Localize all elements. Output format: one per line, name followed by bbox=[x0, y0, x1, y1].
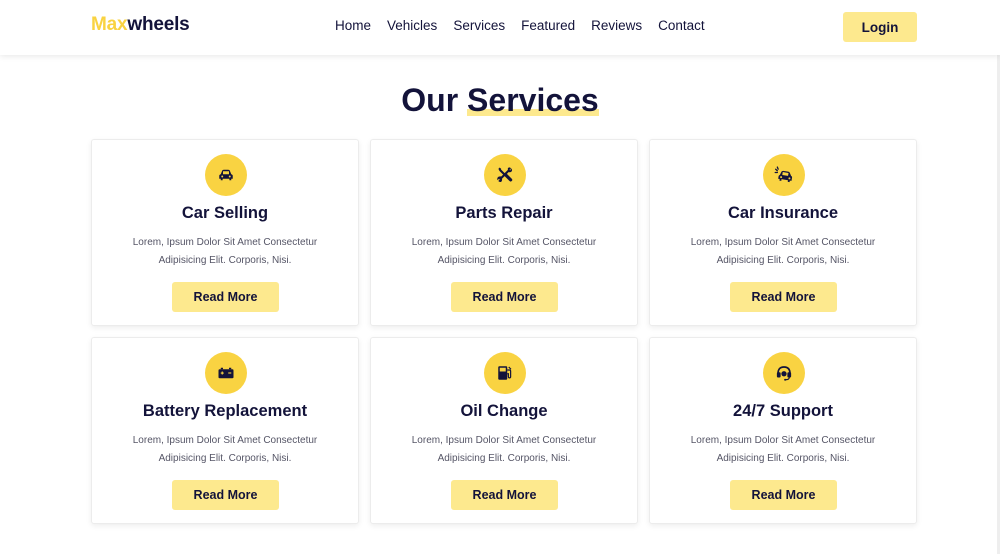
service-description: Lorem, Ipsum Dolor Sit Amet Consectetur … bbox=[411, 435, 597, 464]
service-description: Lorem, Ipsum Dolor Sit Amet Consectetur … bbox=[690, 435, 876, 464]
service-description: Lorem, Ipsum Dolor Sit Amet Consectetur … bbox=[411, 237, 597, 266]
headset-icon bbox=[763, 352, 805, 394]
service-title: Oil Change bbox=[460, 402, 548, 420]
service-card-parts-repair: Parts Repair Lorem, Ipsum Dolor Sit Amet… bbox=[370, 139, 638, 326]
car-icon bbox=[205, 154, 247, 196]
section-title-highlight: Services bbox=[467, 82, 599, 118]
service-title: Car Selling bbox=[181, 204, 269, 222]
service-card-car-selling: Car Selling Lorem, Ipsum Dolor Sit Amet … bbox=[91, 139, 359, 326]
read-more-button[interactable]: Read More bbox=[730, 480, 837, 510]
nav-link-services[interactable]: Services bbox=[453, 18, 505, 33]
logo[interactable]: Maxwheels bbox=[91, 14, 190, 36]
main-nav: Home Vehicles Services Featured Reviews … bbox=[335, 18, 705, 33]
gas-pump-icon bbox=[484, 352, 526, 394]
service-title: Battery Replacement bbox=[142, 402, 308, 420]
read-more-button[interactable]: Read More bbox=[730, 282, 837, 312]
nav-link-reviews[interactable]: Reviews bbox=[591, 18, 642, 33]
tools-icon bbox=[484, 154, 526, 196]
read-more-button[interactable]: Read More bbox=[451, 480, 558, 510]
logo-rest: wheels bbox=[127, 14, 190, 35]
service-card-battery-replacement: Battery Replacement Lorem, Ipsum Dolor S… bbox=[91, 337, 359, 524]
service-title: Parts Repair bbox=[455, 204, 553, 222]
section-title: Our Services bbox=[0, 82, 1000, 119]
service-card-car-insurance: Car Insurance Lorem, Ipsum Dolor Sit Ame… bbox=[649, 139, 917, 326]
battery-icon bbox=[205, 352, 247, 394]
service-title: Car Insurance bbox=[727, 204, 839, 222]
services-grid: Car Selling Lorem, Ipsum Dolor Sit Amet … bbox=[91, 139, 917, 524]
logo-accent: Max bbox=[91, 14, 128, 35]
nav-link-home[interactable]: Home bbox=[335, 18, 371, 33]
nav-link-vehicles[interactable]: Vehicles bbox=[387, 18, 437, 33]
service-description: Lorem, Ipsum Dolor Sit Amet Consectetur … bbox=[132, 237, 318, 266]
service-description: Lorem, Ipsum Dolor Sit Amet Consectetur … bbox=[690, 237, 876, 266]
site-header: Maxwheels Home Vehicles Services Feature… bbox=[0, 0, 1000, 55]
service-description: Lorem, Ipsum Dolor Sit Amet Consectetur … bbox=[132, 435, 318, 464]
service-title: 24/7 Support bbox=[733, 402, 833, 420]
service-card-oil-change: Oil Change Lorem, Ipsum Dolor Sit Amet C… bbox=[370, 337, 638, 524]
nav-link-contact[interactable]: Contact bbox=[658, 18, 705, 33]
read-more-button[interactable]: Read More bbox=[451, 282, 558, 312]
nav-link-featured[interactable]: Featured bbox=[521, 18, 575, 33]
login-button[interactable]: Login bbox=[843, 12, 917, 42]
read-more-button[interactable]: Read More bbox=[172, 282, 279, 312]
car-crash-icon bbox=[763, 154, 805, 196]
section-title-plain: Our bbox=[401, 82, 459, 118]
service-card-support: 24/7 Support Lorem, Ipsum Dolor Sit Amet… bbox=[649, 337, 917, 524]
read-more-button[interactable]: Read More bbox=[172, 480, 279, 510]
